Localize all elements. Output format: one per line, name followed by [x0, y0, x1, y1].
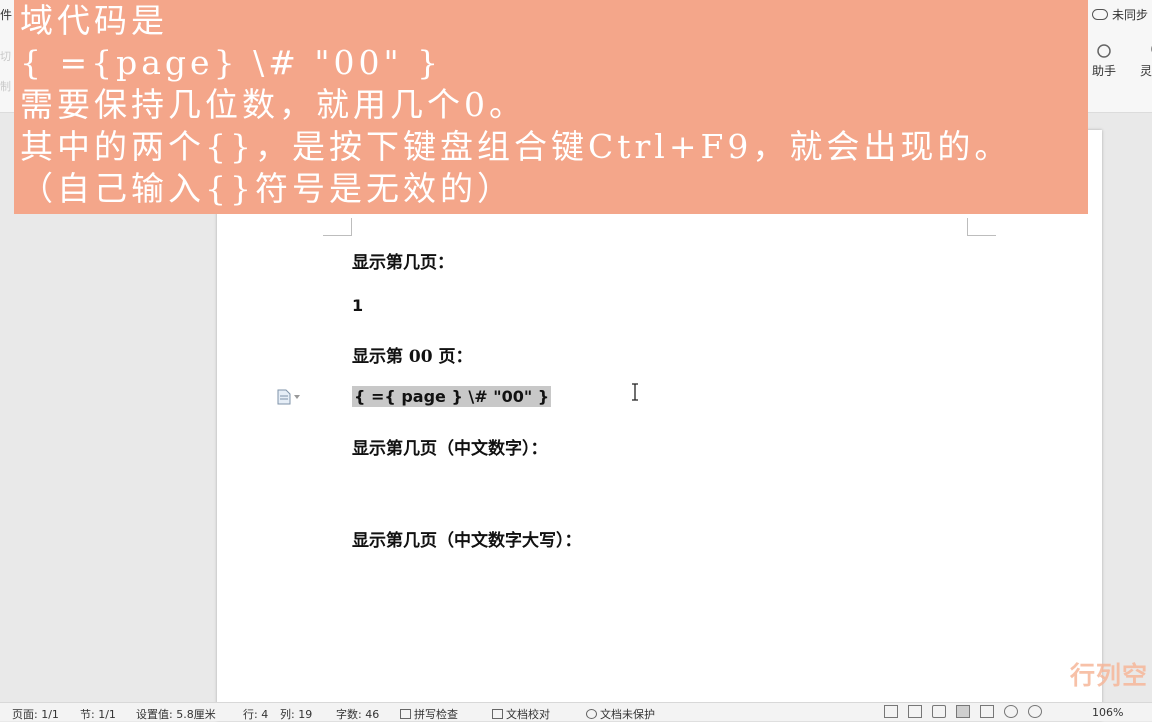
view-mode-buttons [884, 705, 1042, 718]
overlay-line: 域代码是 [20, 1, 168, 40]
eye-protect-button[interactable] [1028, 705, 1042, 718]
write-view-button[interactable] [932, 705, 946, 718]
doc-line-heading-page[interactable]: 显示第几页： [352, 248, 454, 273]
overlay-line: 其中的两个{}，是按下键盘组合键Ctrl+F9，就会出现的。 [20, 127, 1012, 166]
spell-check-icon [400, 709, 411, 719]
inspiration-label: 灵感国 [1139, 64, 1152, 78]
ribbon-left-labels: 件 切 制 [0, 6, 12, 93]
sync-status[interactable]: 未同步 [1091, 6, 1148, 23]
spell-check-label: 拼写检查 [414, 708, 458, 721]
overlay-line: （自己输入{}符号是无效的） [20, 169, 514, 208]
doc-line-heading-chinese[interactable]: 显示第几页（中文数字）： [352, 434, 548, 459]
assistant-button[interactable]: 助手 [1084, 40, 1124, 79]
proofread-icon [492, 709, 503, 719]
chevron-down-icon [294, 395, 300, 399]
zoom-level[interactable]: 106% [1092, 706, 1123, 719]
page-view-button[interactable] [956, 705, 970, 718]
status-bar: 页面: 1/1 节: 1/1 设置值: 5.8厘米 行: 4 列: 19 字数:… [0, 702, 1152, 721]
document-icon [277, 389, 291, 405]
doc-line-heading-chinese-upper[interactable]: 显示第几页（中文数字大写）： [352, 526, 582, 551]
text-cursor-icon [630, 383, 640, 405]
cut-fragment[interactable]: 切 [0, 48, 11, 64]
paragraph-handle[interactable] [277, 389, 300, 405]
overlay-line: 需要保持几位数，就用几个0。 [20, 85, 526, 124]
lightbulb-icon [1138, 40, 1152, 62]
protect-label: 文档未保护 [600, 708, 655, 721]
doc-line-page-number[interactable]: 1 [352, 296, 363, 315]
outline-view-button[interactable] [980, 705, 994, 718]
doc-line-heading-00[interactable]: 显示第 00 页： [352, 342, 473, 367]
focus-view-button[interactable] [884, 705, 898, 718]
annotation-overlay: 域代码是 { ={page} \# "00" } 需要保持几位数，就用几个0。 … [14, 0, 1088, 214]
web-view-button[interactable] [1004, 705, 1018, 718]
copy-fragment[interactable]: 制 [0, 78, 11, 94]
ribbon-tools: 助手 灵感国 [1084, 40, 1152, 79]
reading-view-button[interactable] [908, 705, 922, 718]
sync-label: 未同步 [1111, 8, 1148, 22]
doc-line-field-code[interactable]: { ={ page } \# "00" } [352, 386, 552, 407]
assistant-label: 助手 [1091, 64, 1116, 78]
watermark: 行列空 [1070, 661, 1149, 690]
menu-file-fragment[interactable]: 件 [0, 8, 12, 22]
inspiration-button[interactable]: 灵感国 [1138, 40, 1152, 79]
margin-corner-right [967, 218, 996, 236]
cloud-icon [1091, 9, 1108, 20]
assistant-icon [1084, 40, 1124, 62]
shield-icon [586, 709, 597, 719]
overlay-line: { ={page} \# "00" } [20, 43, 443, 82]
margin-corner-left [323, 218, 352, 236]
proofread-label: 文档校对 [506, 708, 550, 721]
document-page[interactable]: 显示第几页： 1 显示第 00 页： { ={ page } \# "00" }… [217, 130, 1102, 720]
field-code-highlight[interactable]: { ={ page } \# "00" } [352, 386, 552, 407]
